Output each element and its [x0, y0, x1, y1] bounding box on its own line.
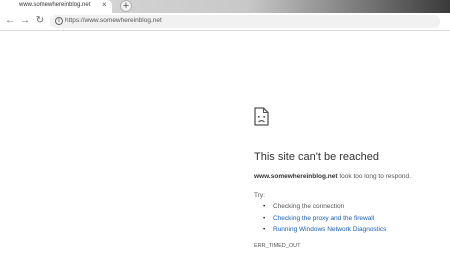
reload-icon[interactable]: ↻: [34, 15, 46, 27]
tab-strip: www.somewhereinblog.net × +: [0, 0, 450, 13]
new-tab-button[interactable]: +: [120, 0, 132, 12]
tab-close-icon[interactable]: ×: [102, 1, 107, 9]
suggestion-check-proxy-firewall[interactable]: Checking the proxy and the firewall: [263, 215, 386, 227]
error-title: This site can't be reached: [254, 151, 380, 163]
url-text[interactable]: https://www.somewhereinblog.net: [65, 17, 162, 24]
error-message: took too long to respond.: [337, 173, 411, 180]
browser-tab[interactable]: www.somewhereinblog.net ×: [0, 0, 112, 13]
browser-toolbar: ← → ↻ i https://www.somewhereinblog.net: [0, 13, 450, 31]
suggestion-network-diagnostics[interactable]: Running Windows Network Diagnostics: [263, 226, 386, 238]
suggestion-check-connection: Checking the connection: [263, 203, 386, 215]
sad-page-icon: [254, 107, 269, 126]
tab-title: www.somewhereinblog.net: [19, 2, 91, 8]
forward-arrow-icon[interactable]: →: [19, 15, 31, 27]
error-code: ERR_TIMED_OUT: [254, 243, 301, 249]
suggestion-list: Checking the connection Checking the pro…: [263, 203, 386, 238]
try-label: Try:: [254, 192, 265, 199]
info-icon[interactable]: i: [55, 17, 63, 25]
error-host: www.somewhereinblog.net: [254, 173, 338, 180]
address-bar[interactable]: i https://www.somewhereinblog.net: [50, 15, 440, 28]
back-arrow-icon[interactable]: ←: [4, 15, 16, 27]
error-description: www.somewhereinblog.net took too long to…: [254, 173, 411, 180]
